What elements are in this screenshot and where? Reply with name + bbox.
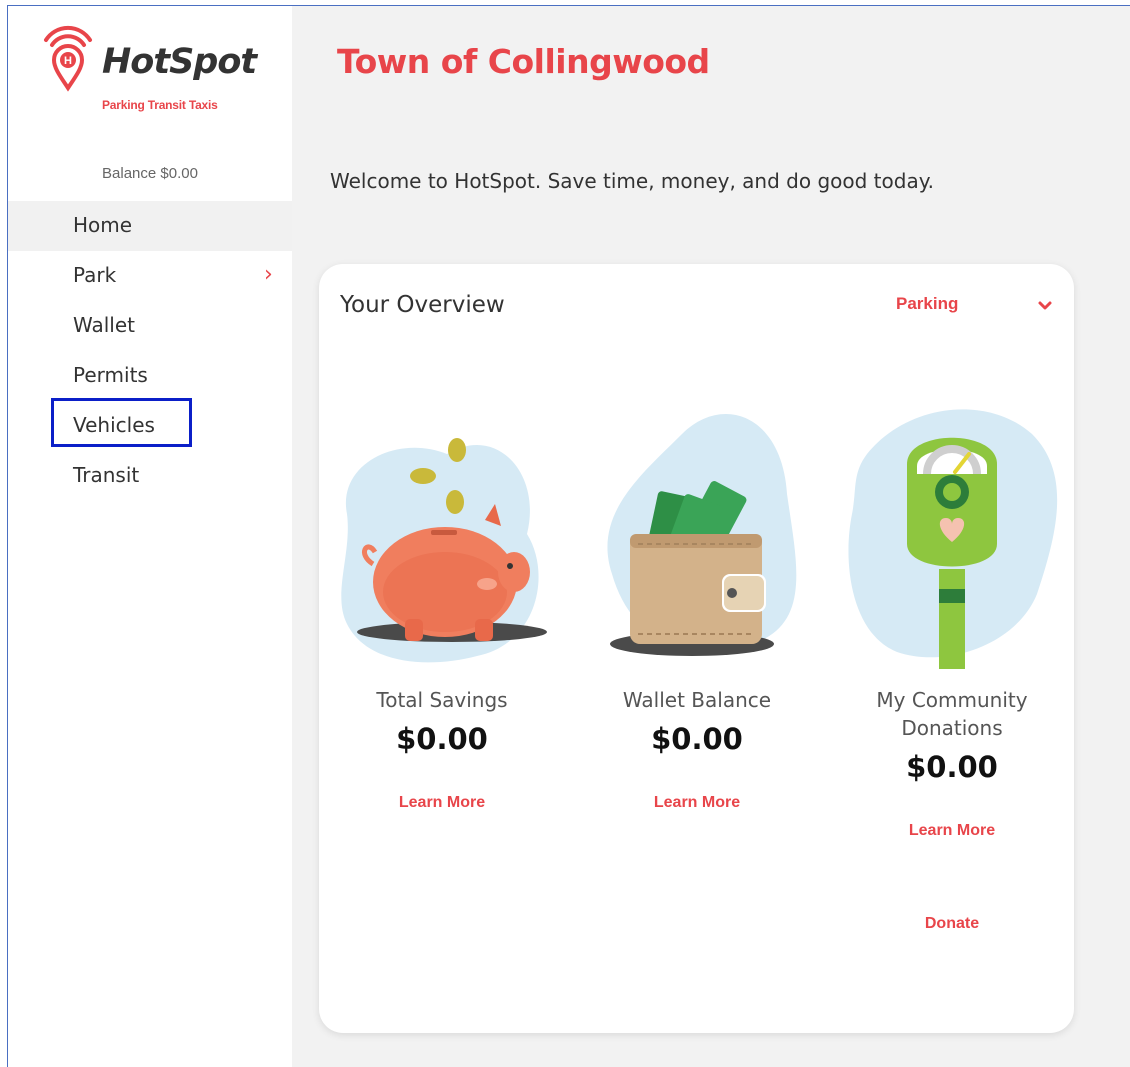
sidebar-item-transit[interactable]: Transit bbox=[8, 451, 292, 501]
tile-label: My Community Donations bbox=[876, 688, 1028, 740]
highlight-box bbox=[51, 398, 192, 447]
tile-value: $0.00 bbox=[906, 750, 998, 784]
chevron-right-icon[interactable]: › bbox=[264, 251, 273, 299]
tile-label: Wallet Balance bbox=[622, 688, 772, 712]
sidebar-nav: Home Park › Wallet Permits Vehicles Tran… bbox=[8, 201, 292, 501]
chevron-down-icon bbox=[1038, 301, 1052, 310]
learn-more-link[interactable]: Learn More bbox=[582, 794, 812, 812]
tile-value: $0.00 bbox=[651, 722, 743, 756]
welcome-message: Welcome to HotSpot. Save time, money, an… bbox=[330, 169, 935, 193]
sidebar-item-label: Transit bbox=[73, 463, 140, 487]
wallet-icon bbox=[607, 414, 797, 656]
sidebar: H HotSpot Parking Transit Taxis Balance … bbox=[8, 6, 292, 1067]
main-content: Town of Collingwood Welcome to HotSpot. … bbox=[292, 6, 1130, 1067]
brand-tagline: Parking Transit Taxis bbox=[102, 98, 218, 112]
sidebar-item-home[interactable]: Home bbox=[8, 201, 292, 251]
parking-meter-icon bbox=[848, 409, 1058, 669]
overview-tile-donations: My Community Donations $0.00 Learn More … bbox=[837, 394, 1067, 933]
overview-tile-wallet: Wallet Balance $0.00 Learn More bbox=[582, 394, 812, 812]
svg-text:H: H bbox=[64, 55, 72, 67]
dropdown-selected-value: Parking bbox=[896, 294, 959, 313]
learn-more-link[interactable]: Learn More bbox=[327, 794, 557, 812]
overview-title: Your Overview bbox=[340, 292, 505, 318]
brand-name: HotSpot bbox=[102, 42, 257, 82]
sidebar-item-label: Park bbox=[73, 263, 117, 287]
donate-link[interactable]: Donate bbox=[837, 915, 1067, 933]
page-title: Town of Collingwood bbox=[337, 42, 710, 81]
learn-more-link[interactable]: Learn More bbox=[837, 822, 1067, 840]
tile-label: Total Savings bbox=[376, 688, 508, 712]
tile-value: $0.00 bbox=[396, 722, 488, 756]
sidebar-item-wallet[interactable]: Wallet bbox=[8, 301, 292, 351]
overview-card: Your Overview Parking Total Savings $0.0… bbox=[319, 264, 1074, 1033]
sidebar-item-label: Wallet bbox=[73, 313, 136, 337]
balance-label: Balance $0.00 bbox=[102, 165, 198, 182]
sidebar-item-label: Home bbox=[73, 213, 133, 237]
overview-tile-savings: Total Savings $0.00 Learn More bbox=[327, 394, 557, 812]
hotspot-logo[interactable]: H HotSpot Parking Transit Taxis bbox=[38, 20, 268, 112]
location-pin-wifi-icon: H bbox=[44, 25, 92, 92]
overview-filter-dropdown[interactable]: Parking bbox=[894, 294, 1054, 320]
sidebar-item-permits[interactable]: Permits bbox=[8, 351, 292, 401]
sidebar-item-label: Permits bbox=[73, 363, 148, 387]
sidebar-item-park[interactable]: Park › bbox=[8, 251, 292, 301]
piggy-bank-icon bbox=[341, 438, 547, 663]
